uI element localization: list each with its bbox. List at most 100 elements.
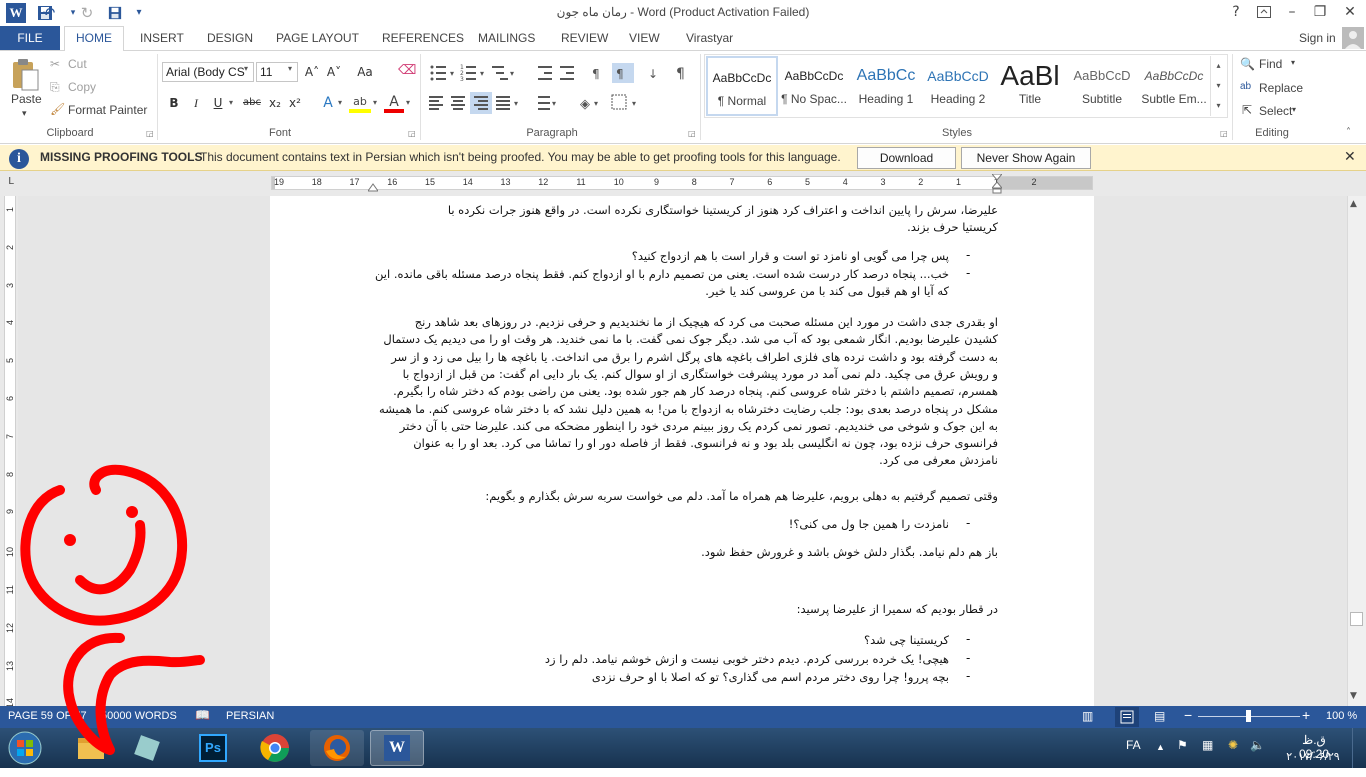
- chevron-down-icon[interactable]: ▾: [288, 64, 292, 73]
- style-subtle-em[interactable]: AaBbCcDc Subtle Em...: [1138, 56, 1210, 116]
- subscript-button[interactable]: x₂: [265, 93, 285, 113]
- paste-button[interactable]: Paste: [11, 92, 42, 106]
- highlight-color-button[interactable]: ab: [349, 93, 371, 113]
- start-button-icon[interactable]: [5, 729, 45, 767]
- tab-references[interactable]: REFERENCES: [382, 26, 464, 50]
- minimize-button[interactable]: –: [1278, 0, 1306, 26]
- style-title[interactable]: AaBl Title: [994, 56, 1066, 116]
- download-button[interactable]: Download: [857, 147, 956, 169]
- paste-icon[interactable]: [10, 58, 40, 92]
- volume-icon[interactable]: 🔈: [1250, 738, 1265, 752]
- cut-button[interactable]: Cut: [68, 57, 87, 71]
- select-button[interactable]: Select: [1259, 104, 1292, 118]
- shrink-font-button[interactable]: A˅: [324, 62, 344, 82]
- show-hidden-icons-icon[interactable]: ▲: [1156, 742, 1165, 752]
- underline-button[interactable]: U: [208, 93, 228, 113]
- grow-font-button[interactable]: A˄: [302, 62, 322, 82]
- ie-icon[interactable]: [120, 730, 174, 766]
- bold-button[interactable]: B: [164, 93, 184, 113]
- read-mode-icon[interactable]: ▥: [1082, 709, 1093, 723]
- copy-button[interactable]: Copy: [68, 80, 96, 94]
- font-launcher-icon[interactable]: ◲: [408, 129, 416, 138]
- left-indent-marker-icon[interactable]: [367, 181, 379, 192]
- font-color-button[interactable]: A: [384, 93, 404, 113]
- chevron-down-icon[interactable]: ▾: [229, 98, 233, 107]
- print-layout-icon[interactable]: [1115, 707, 1139, 727]
- chevron-down-icon[interactable]: ▾: [1292, 105, 1296, 114]
- chevron-down-icon[interactable]: ▾: [244, 64, 248, 73]
- cut-icon: ✂: [50, 57, 61, 71]
- word-count[interactable]: 50000 WORDS: [101, 710, 177, 722]
- vertical-scrollbar[interactable]: [1347, 196, 1366, 706]
- close-button[interactable]: ✕: [1336, 0, 1364, 26]
- superscript-button[interactable]: x²: [285, 93, 305, 113]
- chevron-down-icon[interactable]: ▾: [338, 98, 342, 107]
- proofing-icon[interactable]: 📖: [195, 708, 210, 722]
- chrome-icon[interactable]: [248, 730, 302, 766]
- paragraph-line: نامزدش معرفی می کرد.: [879, 453, 998, 468]
- clipboard-launcher-icon[interactable]: ◲: [146, 129, 154, 138]
- styles-launcher-icon[interactable]: ◲: [1220, 129, 1228, 138]
- change-case-button[interactable]: Aa: [352, 62, 378, 82]
- zoom-slider-handle[interactable]: [1246, 710, 1251, 722]
- tab-home[interactable]: HOME: [64, 26, 124, 51]
- sign-in-link[interactable]: Sign in: [1299, 26, 1336, 50]
- close-message-icon[interactable]: ✕: [1344, 149, 1356, 165]
- text-effects-button[interactable]: A: [318, 93, 338, 113]
- paragraph-launcher-icon[interactable]: ◲: [688, 129, 696, 138]
- format-painter-button[interactable]: Format Painter: [68, 103, 147, 117]
- clear-formatting-icon[interactable]: ⌫: [398, 63, 416, 78]
- ribbon-display-options-icon[interactable]: [1250, 0, 1278, 26]
- firefox-icon[interactable]: [310, 730, 364, 766]
- zoom-in-icon[interactable]: +: [1302, 707, 1310, 723]
- notification-icon[interactable]: ✺: [1228, 738, 1238, 752]
- zoom-out-icon[interactable]: −: [1184, 707, 1192, 723]
- tab-review[interactable]: REVIEW: [561, 26, 608, 50]
- tab-file[interactable]: FILE: [0, 26, 60, 50]
- italic-button[interactable]: I: [186, 93, 206, 113]
- page-count[interactable]: PAGE 59 OF 77: [8, 710, 87, 722]
- user-avatar[interactable]: [1342, 27, 1364, 49]
- document-page[interactable]: علیرضا، سرش را پایین انداخت و اعتراف کرد…: [270, 196, 1094, 706]
- zoom-level[interactable]: 100 %: [1326, 710, 1357, 722]
- tab-page-layout[interactable]: PAGE LAYOUT: [276, 26, 359, 50]
- style-subtitle[interactable]: AaBbCcD Subtitle: [1066, 56, 1138, 116]
- input-language[interactable]: FA: [1126, 738, 1141, 752]
- never-show-again-button[interactable]: Never Show Again: [961, 147, 1091, 169]
- scroll-down-icon[interactable]: ▼: [1350, 691, 1357, 701]
- help-button[interactable]: ?: [1222, 0, 1250, 26]
- tab-virastyar[interactable]: Virastyar: [686, 26, 733, 50]
- style-heading-2[interactable]: AaBbCcD Heading 2: [922, 56, 994, 116]
- tab-view[interactable]: VIEW: [629, 26, 660, 50]
- style-normal[interactable]: AaBbCcDc ¶ Normal: [706, 56, 778, 116]
- network-icon[interactable]: ▦: [1202, 738, 1213, 752]
- scroll-thumb[interactable]: [1350, 612, 1363, 626]
- style-no-spac[interactable]: AaBbCcDc ¶ No Spac...: [778, 56, 850, 116]
- show-desktop-button[interactable]: [1352, 728, 1366, 768]
- chevron-down-icon[interactable]: ▾: [373, 98, 377, 107]
- font-family-select[interactable]: Arial (Body CS: [162, 62, 254, 82]
- styles-scroll[interactable]: ▴ ▾ ▾: [1210, 56, 1226, 116]
- chevron-down-icon[interactable]: ▾: [406, 98, 410, 107]
- maximize-button[interactable]: ❐: [1306, 0, 1334, 26]
- word-taskbar-icon[interactable]: W: [370, 730, 424, 766]
- collapse-ribbon-icon[interactable]: ˄: [1346, 127, 1351, 138]
- style-heading-1[interactable]: AaBbCc Heading 1: [850, 56, 922, 116]
- tab-design[interactable]: DESIGN: [207, 26, 253, 50]
- find-button[interactable]: Find: [1259, 57, 1282, 71]
- tab-insert[interactable]: INSERT: [140, 26, 184, 50]
- web-layout-icon[interactable]: ▤: [1154, 709, 1165, 723]
- scroll-up-icon[interactable]: ▲: [1350, 199, 1357, 209]
- language-indicator[interactable]: PERSIAN: [226, 710, 274, 722]
- paste-dropdown-icon[interactable]: ▾: [22, 108, 27, 119]
- flag-icon[interactable]: ⚑: [1177, 738, 1188, 752]
- photoshop-icon[interactable]: Ps: [186, 730, 240, 766]
- file-explorer-icon[interactable]: [64, 730, 118, 766]
- strikethrough-button[interactable]: abc: [241, 93, 263, 113]
- tab-selector-icon[interactable]: L: [5, 176, 17, 188]
- replace-button[interactable]: Replace: [1259, 81, 1303, 95]
- chevron-down-icon[interactable]: ▾: [1291, 58, 1295, 67]
- indent-marker-icon[interactable]: [990, 173, 1004, 194]
- tab-mailings[interactable]: MAILINGS: [478, 26, 535, 50]
- clock-date[interactable]: ۲۰۱۷/۰۶/۲۹: [1282, 750, 1344, 763]
